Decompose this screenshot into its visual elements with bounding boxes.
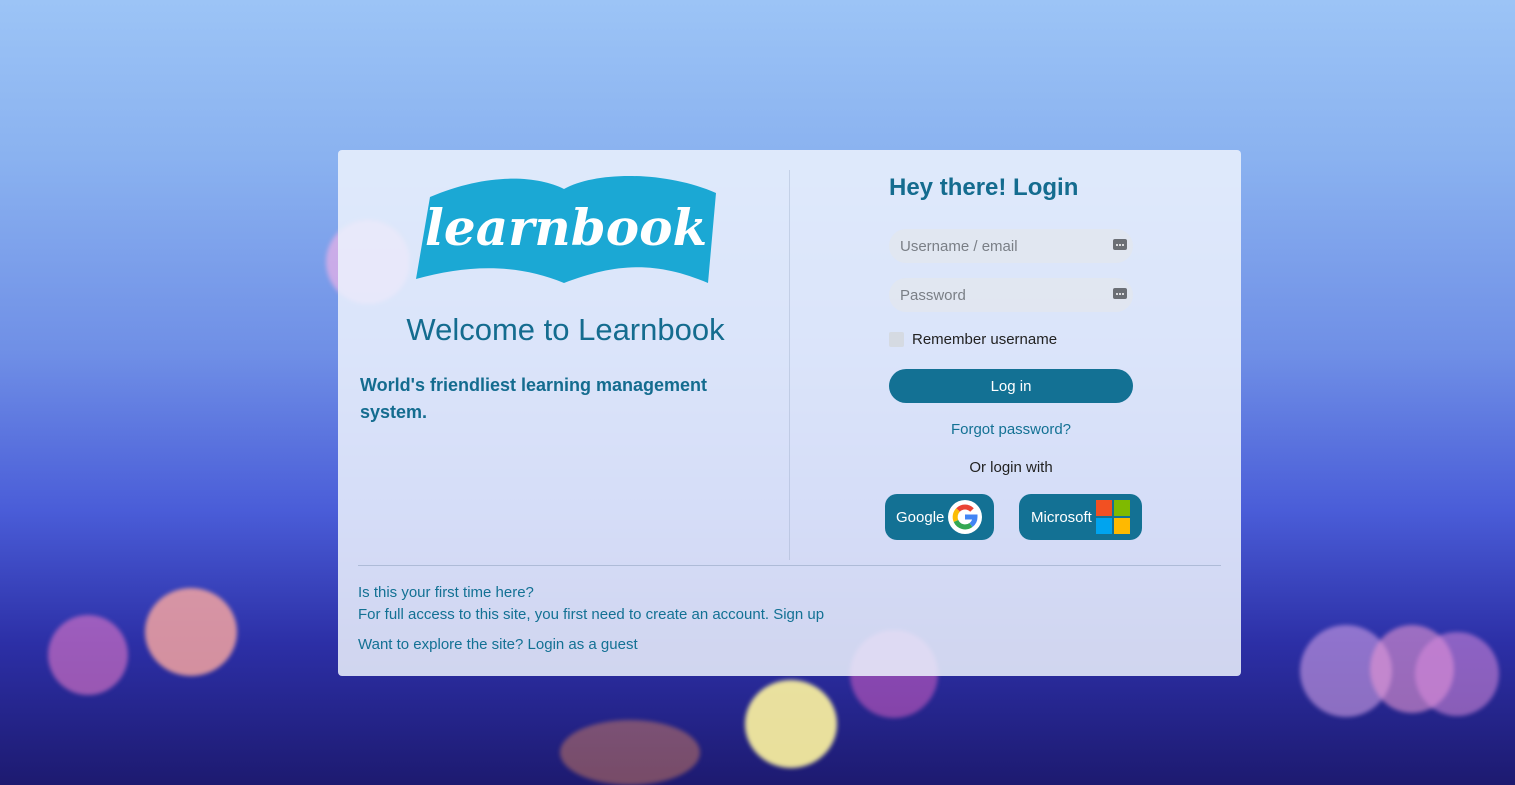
password-input[interactable]	[889, 278, 1133, 312]
remember-username-label: Remember username	[912, 331, 1058, 348]
background-bokeh	[145, 588, 237, 676]
tagline: World's friendliest learning management …	[360, 375, 708, 422]
welcome-heading: Welcome to Learnbook	[406, 312, 725, 347]
google-g-icon	[948, 500, 982, 534]
password-manager-icon[interactable]	[1113, 288, 1127, 299]
login-panel: Hey there! Login Remember username Log i…	[789, 150, 1241, 565]
guest-line: Want to explore the site? Login as a gue…	[358, 636, 638, 653]
login-card: learnbook Welcome to Learnbook World's f…	[338, 150, 1241, 676]
background-bokeh	[48, 615, 128, 695]
password-manager-icon[interactable]	[1113, 239, 1127, 250]
learnbook-logo: learnbook	[416, 175, 716, 283]
forgot-password-link[interactable]: Forgot password?	[889, 421, 1133, 438]
brand-panel: learnbook Welcome to Learnbook World's f…	[338, 150, 789, 565]
horizontal-divider	[358, 565, 1221, 566]
remember-username-checkbox[interactable]	[889, 332, 904, 347]
create-account-line: For full access to this site, you first …	[358, 606, 824, 623]
create-account-text: For full access to this site, you first …	[358, 606, 770, 623]
explore-text: Want to explore the site?	[358, 636, 524, 653]
signup-link[interactable]: Sign up	[773, 606, 824, 623]
background-bokeh	[745, 680, 837, 768]
microsoft-logo-icon	[1096, 500, 1130, 534]
background-bokeh	[1415, 632, 1499, 716]
logo-text: learnbook	[425, 198, 707, 257]
google-label: Google	[896, 508, 945, 526]
first-time-heading: Is this your first time here?	[358, 584, 534, 601]
microsoft-login-button[interactable]: Microsoft	[1019, 494, 1142, 540]
username-input[interactable]	[889, 229, 1133, 263]
guest-login-link[interactable]: Login as a guest	[528, 636, 638, 653]
or-login-with-label: Or login with	[969, 459, 1053, 476]
google-login-button[interactable]: Google	[885, 494, 994, 540]
login-button[interactable]: Log in	[889, 369, 1133, 403]
login-title: Hey there! Login	[889, 174, 1079, 201]
background-bokeh	[560, 720, 700, 785]
microsoft-label: Microsoft	[1031, 508, 1092, 526]
